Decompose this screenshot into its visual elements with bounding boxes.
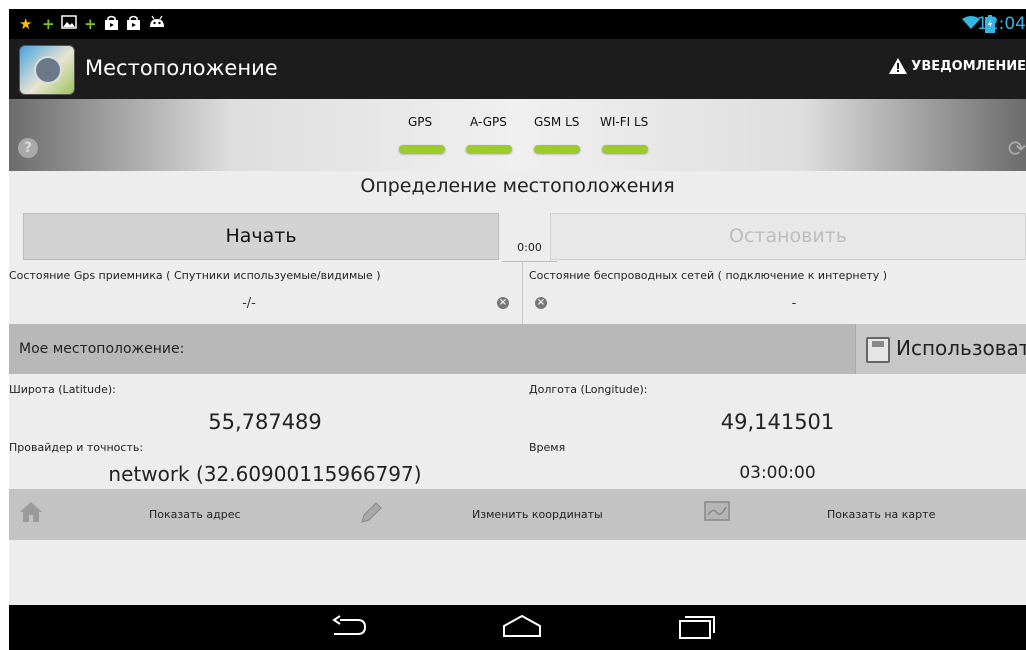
map-icon[interactable] <box>704 501 730 527</box>
save-icon <box>866 337 890 363</box>
app-title: Местоположение <box>85 56 278 80</box>
provider-gsm-indicator <box>534 145 580 153</box>
navigation-bar <box>9 605 1026 650</box>
status-divider <box>522 261 523 324</box>
provider-accuracy-value: network (32.60900115966797) <box>108 462 422 486</box>
provider-bar: ? GPS A-GPS GSM LS WI-FI LS ⟳ <box>9 99 1026 171</box>
provider-gps-label: GPS <box>408 115 433 129</box>
satellite-icon <box>34 56 62 84</box>
provider-gsm-label: GSM LS <box>534 115 580 129</box>
clock: 12:04 <box>977 14 1026 34</box>
longitude-value: 49,141501 <box>720 410 835 434</box>
provider-gps-indicator <box>399 145 445 153</box>
start-button[interactable]: Начать <box>23 213 499 260</box>
store-bag-icon <box>126 15 141 35</box>
provider-agps-indicator <box>466 145 512 153</box>
help-icon[interactable]: ? <box>18 138 38 158</box>
use-button[interactable]: Использовать <box>855 324 1026 374</box>
gps-status-value: -/- <box>242 296 256 311</box>
bottom-toolbar: Показать адрес Изменить координаты Показ… <box>9 489 1026 540</box>
show-on-map-button[interactable]: Показать на карте <box>827 508 935 521</box>
provider-wifi-label: WI-FI LS <box>600 115 649 129</box>
provider-wifi-indicator <box>602 145 648 153</box>
android-icon <box>148 15 166 33</box>
action-bar: Местоположение УВЕДОМЛЕНИЕ <box>9 39 1026 99</box>
provider-agps-label: A-GPS <box>470 115 507 129</box>
store-bag-icon <box>104 15 119 35</box>
network-status-label: Состояние беспроводных сетей ( подключен… <box>529 269 888 282</box>
my-location-label: Мое местоположение: <box>19 341 185 357</box>
my-location-bar: Мое местоположение: Использовать <box>9 324 1026 374</box>
app-icon[interactable] <box>19 45 75 95</box>
plus-icon: + <box>42 15 55 33</box>
gps-status-error-icon: × <box>497 297 509 309</box>
network-status-value: - <box>791 296 797 311</box>
edit-coordinates-button[interactable]: Изменить координаты <box>472 508 603 521</box>
star-icon: ★ <box>19 15 33 33</box>
device-screen: ★ + + 12:04 Местоположение УВЕДОМЛЕНИЕ ?… <box>9 9 1026 650</box>
warning-icon <box>889 58 908 74</box>
use-button-label: Использовать <box>896 336 1026 360</box>
notification-label: УВЕДОМЛЕНИЕ <box>911 58 1026 74</box>
time-value: 03:00:00 <box>739 463 816 483</box>
show-address-button[interactable]: Показать адрес <box>149 508 241 521</box>
recent-apps-icon[interactable] <box>678 614 716 644</box>
status-bar: ★ + + 12:04 <box>9 9 1026 39</box>
section-title: Определение местоположения <box>360 175 675 197</box>
plus-icon: + <box>84 15 97 33</box>
home-nav-icon[interactable] <box>502 614 542 644</box>
network-status-error-icon: × <box>535 297 547 309</box>
image-icon <box>61 15 77 33</box>
latitude-label: Широта (Latitude): <box>9 383 116 396</box>
stop-button[interactable]: Остановить <box>550 213 1026 260</box>
time-label: Время <box>529 441 566 454</box>
longitude-label: Долгота (Longitude): <box>529 383 648 396</box>
home-icon[interactable] <box>19 501 43 529</box>
back-icon[interactable] <box>330 614 368 644</box>
timer: 0:00 <box>502 235 557 262</box>
refresh-icon[interactable]: ⟳ <box>1008 137 1026 162</box>
gps-status-label: Состояние Gps приемника ( Спутники испол… <box>9 269 381 282</box>
provider-accuracy-label: Провайдер и точность: <box>9 441 144 454</box>
latitude-value: 55,787489 <box>208 410 322 434</box>
notification-button[interactable]: УВЕДОМЛЕНИЕ <box>889 58 1026 74</box>
pencil-icon[interactable] <box>359 501 383 531</box>
